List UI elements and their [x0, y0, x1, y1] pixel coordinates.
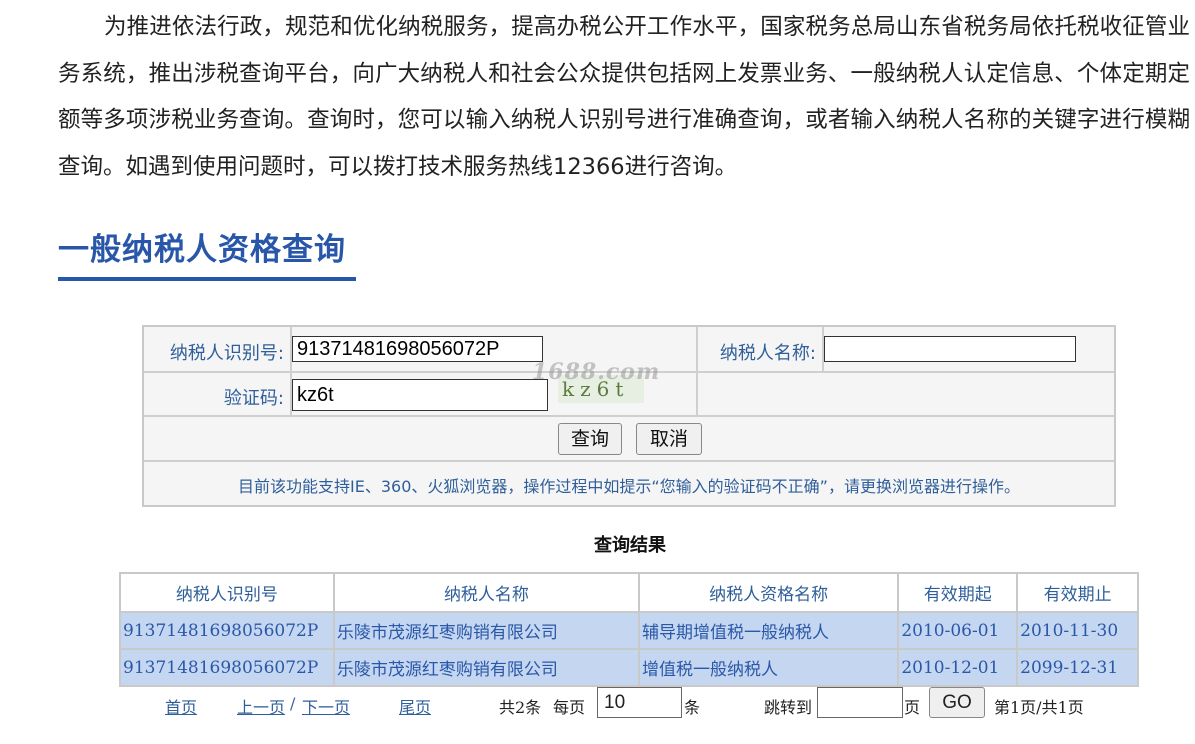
first-page-link[interactable]: 首页 [165, 694, 197, 718]
query-form: 纳税人识别号: 91371481698056072P 纳税人名称: 验证码: k… [142, 325, 1116, 507]
cell-valid-from: 2010-12-01 [897, 648, 1019, 687]
go-button[interactable]: GO [929, 687, 985, 718]
per-page-input[interactable]: 10 [597, 687, 682, 718]
cell-valid-from: 2010-06-01 [897, 611, 1019, 650]
page-info: 第1页/共1页 [994, 698, 1084, 717]
prev-page-link[interactable]: 上一页 [237, 694, 285, 718]
column-header: 纳税人资格名称 [638, 572, 900, 613]
taxpayer-name-label: 纳税人名称: [719, 343, 816, 364]
captcha-input[interactable]: kz6t [292, 379, 548, 411]
watermark: 1688.com [532, 359, 661, 385]
page-title: 一般纳税人资格查询 [58, 232, 346, 268]
jump-page-input[interactable] [817, 687, 903, 718]
cell-valid-to: 2010-11-30 [1016, 611, 1139, 650]
jump-unit: 页 [904, 698, 921, 717]
results-table: 纳税人识别号 纳税人名称 纳税人资格名称 有效期起 有效期止 913714816… [119, 572, 1139, 687]
form-divider [144, 415, 1114, 417]
table-header-row: 纳税人识别号 纳税人名称 纳税人资格名称 有效期起 有效期止 [119, 572, 1139, 613]
form-divider [144, 460, 1114, 462]
per-page-unit: 条 [684, 698, 701, 717]
cell-qualification: 增值税一般纳税人 [638, 648, 900, 687]
cell-taxpayer-name: 乐陵市茂源红枣购销有限公司 [332, 648, 641, 687]
jump-label: 跳转到 [764, 698, 813, 717]
captcha-label: 验证码: [223, 388, 284, 409]
next-page-link[interactable]: 下一页 [302, 694, 350, 718]
results-title: 查询结果 [594, 535, 666, 556]
column-header: 纳税人名称 [332, 572, 641, 613]
column-header: 有效期起 [897, 572, 1019, 613]
table-row: 91371481698056072P 乐陵市茂源红枣购销有限公司 辅导期增值税一… [119, 611, 1139, 650]
per-page-label: 每页 [553, 698, 586, 717]
taxpayer-id-input[interactable]: 91371481698056072P [292, 336, 543, 362]
pager-separator: / [290, 694, 296, 713]
cell-taxpayer-id: 91371481698056072P [119, 611, 335, 650]
last-page-link[interactable]: 尾页 [399, 694, 431, 718]
column-header: 有效期止 [1016, 572, 1139, 613]
taxpayer-name-input[interactable] [824, 336, 1076, 362]
cell-qualification: 辅导期增值税一般纳税人 [638, 611, 900, 650]
taxpayer-id-label: 纳税人识别号: [169, 343, 284, 364]
cell-valid-to: 2099-12-31 [1016, 648, 1139, 687]
cancel-button[interactable]: 取消 [636, 423, 702, 455]
title-underline [58, 277, 356, 281]
intro-paragraph: 为推进依法行政，规范和优化纳税服务，提高办税公开工作水平，国家税务总局山东省税务… [58, 14, 1190, 180]
table-row: 91371481698056072P 乐陵市茂源红枣购销有限公司 增值税一般纳税… [119, 648, 1139, 687]
pagination-bar: 首页 上一页 / 下一页 尾页 共2条 每页 10 条 跳转到 页 GO 第1页… [0, 687, 1195, 721]
column-header: 纳税人识别号 [119, 572, 335, 613]
browser-notice: 目前该功能支持IE、360、火狐浏览器，操作过程中如提示“您输入的验证码不正确”… [238, 477, 1020, 496]
query-button[interactable]: 查询 [558, 423, 622, 455]
cell-taxpayer-name: 乐陵市茂源红枣购销有限公司 [332, 611, 641, 650]
cell-taxpayer-id: 91371481698056072P [119, 648, 335, 687]
total-count: 共2条 [499, 698, 542, 717]
